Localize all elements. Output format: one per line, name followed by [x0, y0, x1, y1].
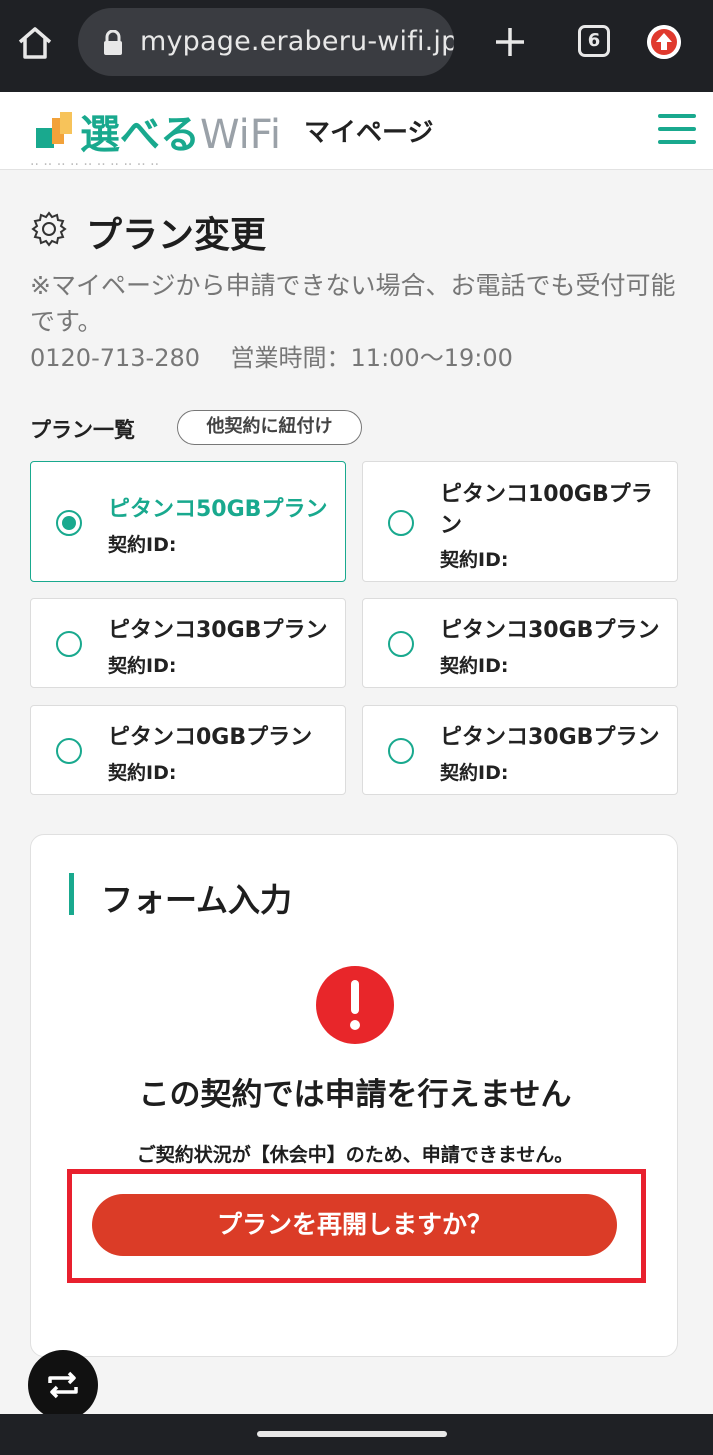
contract-id-label: 契約ID: [440, 655, 509, 677]
gear-icon [31, 211, 67, 247]
header-title: マイページ [304, 118, 434, 148]
section-accent-bar [69, 873, 74, 915]
error-title: この契約では申請を行えません [138, 1077, 572, 1113]
business-hours: 営業時間：11:00〜19:00 [230, 344, 513, 372]
plan-list-label: プラン一覧 [30, 418, 135, 442]
radio-button[interactable] [56, 631, 82, 657]
plan-name: ピタンコ0GBプラン [108, 725, 313, 750]
logo-part3: Fi [249, 112, 282, 158]
site-header: 選べるWiFi マイページ [0, 92, 713, 170]
plan-name: ピタンコ30GBプラン [108, 618, 328, 643]
plus-icon[interactable] [490, 22, 530, 62]
contract-id-label: 契約ID: [108, 762, 177, 784]
plan-card[interactable]: ピタンコ30GBプラン 契約ID: [362, 598, 678, 688]
floating-action-button[interactable] [28, 1350, 98, 1420]
tabs-icon[interactable]: 6 [578, 25, 610, 57]
radio-button[interactable] [388, 510, 414, 536]
url-text: mypage.eraberu-wifi.jp/s [140, 26, 454, 57]
resume-plan-button[interactable]: プランを再開しますか？ [92, 1194, 617, 1256]
form-card: フォーム入力 この契約では申請を行えません ご契約状況が【休会中】のため、申請で… [30, 834, 678, 1357]
link-contract-button[interactable]: 他契約に紐付け [177, 410, 362, 445]
contract-id-label: 契約ID: [108, 534, 177, 556]
address-bar[interactable]: mypage.eraberu-wifi.jp/s [78, 8, 454, 76]
contract-id-label: 契約ID: [440, 762, 509, 784]
browser-toolbar: mypage.eraberu-wifi.jp/s 6 [0, 0, 713, 92]
plan-card[interactable]: ピタンコ50GBプラン 契約ID: [30, 461, 346, 582]
system-nav-bar [0, 1414, 713, 1455]
update-icon[interactable] [647, 25, 681, 59]
radio-button[interactable] [388, 738, 414, 764]
radio-button[interactable] [56, 510, 82, 536]
plan-card[interactable]: ピタンコ0GBプラン 契約ID: [30, 705, 346, 795]
contract-id-label: 契約ID: [108, 655, 177, 677]
plan-name: ピタンコ30GBプラン [440, 725, 660, 750]
phone-number[interactable]: 0120-713-280 [30, 344, 200, 372]
form-title: フォーム入力 [101, 881, 293, 919]
page-title: プラン変更 [86, 215, 267, 256]
radio-button[interactable] [388, 631, 414, 657]
breadcrumb: ·· ·· ·· ·· ·· ·· ·· ·· ·· ·· [30, 163, 160, 173]
contact-hours: 0120-713-280 営業時間：11:00〜19:00 [30, 338, 513, 373]
plan-name: ピタンコ50GBプラン [108, 497, 328, 522]
repeat-icon [48, 1371, 78, 1399]
home-indicator[interactable] [257, 1431, 447, 1437]
plan-name: ピタンコ30GBプラン [440, 618, 660, 643]
radio-button[interactable] [56, 738, 82, 764]
alert-icon [316, 966, 394, 1044]
logo-part1: 選べる [80, 112, 200, 158]
plan-card[interactable]: ピタンコ100GBプラン 契約ID: [362, 461, 678, 582]
home-icon[interactable] [14, 22, 56, 64]
logo-part2: Wi [200, 112, 250, 158]
logo-icon [36, 112, 72, 148]
plan-card[interactable]: ピタンコ30GBプラン 契約ID: [30, 598, 346, 688]
plan-card[interactable]: ピタンコ30GBプラン 契約ID: [362, 705, 678, 795]
lock-icon [104, 30, 122, 55]
menu-icon[interactable] [658, 114, 696, 148]
logo-text[interactable]: 選べるWiFi [80, 102, 281, 160]
plan-name: ピタンコ100GBプラン [440, 482, 653, 538]
error-description: ご契約状況が【休会中】のため、申請できません。 [136, 1144, 574, 1166]
notice-text: ※マイページから申請できない場合、お電話でも受付可能です。 [30, 271, 676, 336]
contract-id-label: 契約ID: [440, 549, 509, 571]
